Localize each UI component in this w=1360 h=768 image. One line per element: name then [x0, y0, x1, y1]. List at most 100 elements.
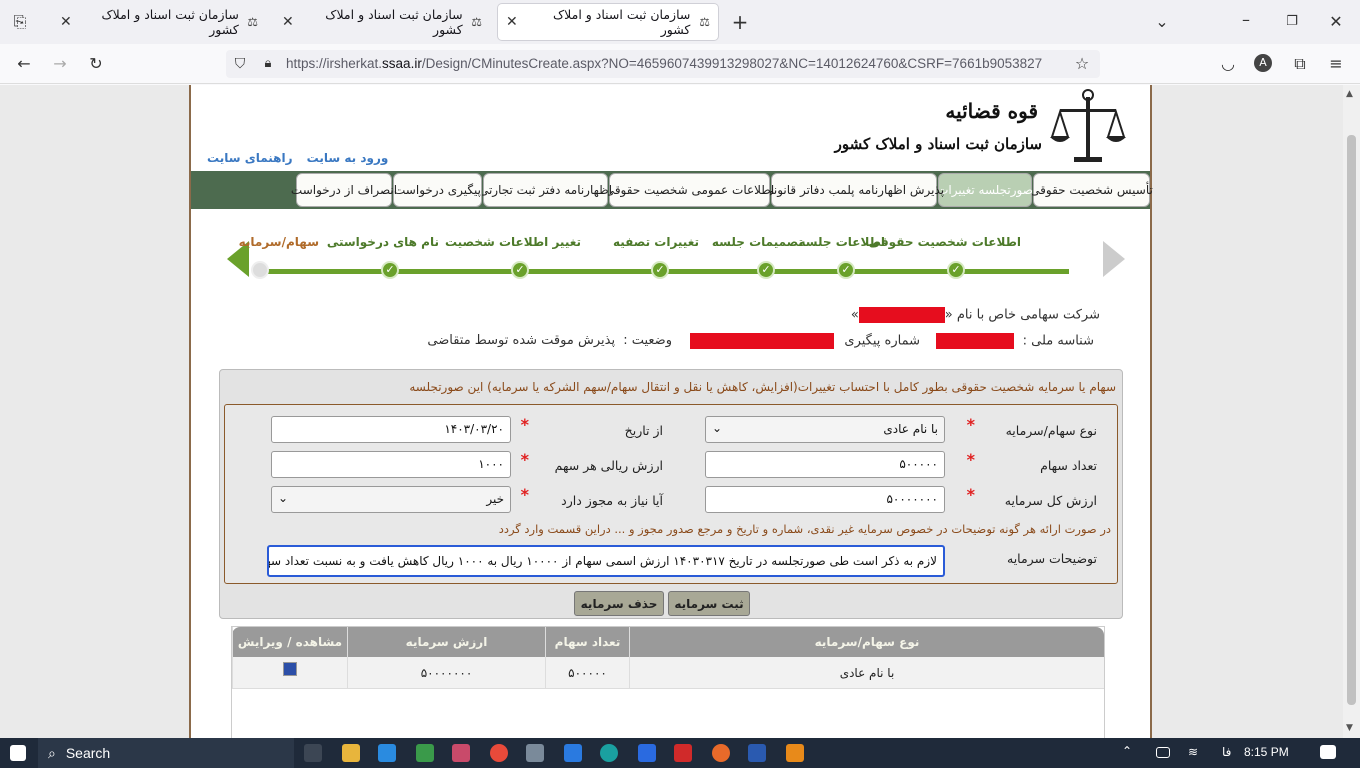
close-icon[interactable]: ✕: [506, 14, 518, 30]
task-view-icon[interactable]: [304, 744, 322, 762]
browser-tab-active[interactable]: ⚖ سازمان ثبت اسناد و املاک کشور ✕: [498, 4, 718, 40]
close-icon[interactable]: ✕: [60, 14, 72, 30]
app-icon[interactable]: [564, 744, 582, 762]
wifi-icon[interactable]: ≋: [1188, 745, 1198, 759]
clock[interactable]: 8:15 PM: [1244, 745, 1289, 759]
wizard-step-label[interactable]: سهام/سرمایه: [239, 235, 319, 249]
minimize-icon[interactable]: –: [1236, 10, 1256, 30]
wizard-step-label[interactable]: نام های درخواستی: [327, 235, 439, 249]
battery-icon[interactable]: [1156, 747, 1170, 758]
national-id-row: شناسه ملی :: [936, 333, 1094, 349]
check-icon: ✓: [511, 261, 529, 279]
column-header[interactable]: نوع سهام/سرمایه: [629, 627, 1104, 657]
scrollbar-thumb[interactable]: [1347, 135, 1356, 705]
company-name-prefix: شرکت سهامی خاص با نام «: [944, 307, 1100, 323]
scroll-up-icon[interactable]: ▲: [1346, 89, 1353, 99]
required-mark: *: [966, 450, 975, 469]
redacted-tracking: [690, 333, 835, 349]
chevron-down-icon[interactable]: ⌄: [1152, 12, 1172, 32]
share-count-input[interactable]: ۵۰۰۰۰۰: [705, 451, 945, 478]
column-header[interactable]: تعداد سهام: [545, 627, 629, 657]
anydesk-icon[interactable]: [674, 744, 692, 762]
chevron-down-icon: ⌄: [278, 491, 289, 505]
navigation-toolbar: ← → ↻ ⛉ 🔒︎ https://irsherkat.ssaa.ir/Des…: [0, 44, 1360, 84]
word-icon[interactable]: [748, 744, 766, 762]
tab-title: سازمان ثبت اسناد و املاک کشور: [552, 7, 691, 37]
app-icon[interactable]: [786, 744, 804, 762]
save-capital-button[interactable]: ثبت سرمایه: [668, 591, 750, 616]
maximize-icon[interactable]: ❐: [1282, 12, 1302, 32]
nav-item-cancel[interactable]: انصراف از درخواست: [291, 173, 397, 207]
nav-item-general-info[interactable]: اطلاعات عمومی شخصیت حقوقی: [605, 173, 774, 207]
address-bar[interactable]: ⛉ 🔒︎ https://irsherkat.ssaa.ir/Design/CM…: [226, 50, 1100, 78]
permit-label: آیا نیاز به مجوز دارد: [561, 493, 663, 508]
chevron-down-icon: ⌄: [712, 421, 723, 435]
share-type-select[interactable]: با نام عادی ⌄: [705, 416, 945, 443]
top-links: ورود به سایت راهنمای سایت: [197, 151, 388, 165]
lock-icon[interactable]: 🔒︎: [258, 54, 278, 74]
ie-icon[interactable]: [378, 744, 396, 762]
back-icon[interactable]: ←: [14, 54, 34, 74]
new-tab-icon[interactable]: +: [730, 12, 750, 32]
permit-select[interactable]: خیر ⌄: [271, 486, 511, 513]
menu-icon[interactable]: ≡: [1326, 54, 1346, 74]
nav-item-track[interactable]: پیگیری درخواست: [393, 173, 482, 207]
language-indicator[interactable]: فا: [1222, 745, 1231, 759]
shield-icon[interactable]: ⛉: [230, 54, 250, 74]
share-value-input[interactable]: ۱۰۰۰: [271, 451, 511, 478]
app-icon[interactable]: [526, 744, 544, 762]
close-icon[interactable]: ✕: [282, 14, 294, 30]
edit-icon[interactable]: [283, 661, 297, 676]
capital-form: نوع سهام/سرمایه * با نام عادی ⌄ از تاریخ…: [224, 404, 1118, 584]
current-step-icon: [251, 261, 269, 279]
delete-capital-button[interactable]: حذف سرمایه: [574, 591, 664, 616]
wizard-step-label[interactable]: تغییرات تصفیه: [613, 235, 699, 249]
close-window-icon[interactable]: ✕: [1326, 12, 1346, 32]
wizard-step-label[interactable]: تغییر اطلاعات شخصیت: [445, 235, 581, 249]
nav-item-books[interactable]: پذیرش اظهارنامه پلمب دفاتر قانونی: [764, 173, 944, 207]
edge-icon[interactable]: [600, 744, 618, 762]
taskbar-search[interactable]: ⌕ Search: [38, 738, 294, 768]
description-input[interactable]: لازم به ذکر است طی صورتجلسه در تاریخ ۱۴۰…: [267, 545, 945, 577]
scroll-down-icon[interactable]: ▼: [1346, 723, 1353, 733]
firefox-icon[interactable]: [712, 744, 730, 762]
redacted-name: [858, 307, 945, 323]
wizard-step-label[interactable]: تصمیمات جلسه: [712, 235, 803, 249]
app-icon[interactable]: [416, 744, 434, 762]
login-link[interactable]: ورود به سایت: [307, 151, 389, 165]
nav-item-commercial-book[interactable]: اظهارنامه دفتر ثبت تجارتی: [479, 173, 612, 207]
from-date-label: از تاریخ: [624, 423, 663, 438]
column-header[interactable]: مشاهده / ویرایش: [232, 627, 347, 657]
chrome-icon[interactable]: [490, 744, 508, 762]
total-capital-input[interactable]: ۵۰۰۰۰۰۰۰: [705, 486, 945, 513]
file-explorer-icon[interactable]: [342, 744, 360, 762]
extensions-icon[interactable]: ⧉: [1290, 54, 1310, 74]
browser-tab[interactable]: ⚖ سازمان ثبت اسناد و املاک کشور ✕: [274, 4, 490, 40]
nav-item-establish[interactable]: تأسیس شخصیت حقوقی: [1030, 173, 1153, 207]
bookmark-star-icon[interactable]: ☆: [1072, 54, 1092, 74]
main-nav: تأسیس شخصیت حقوقی صورتجلسه تغییرات پذیرش…: [191, 171, 1153, 209]
notification-icon[interactable]: [1320, 745, 1336, 759]
tab-list-icon[interactable]: ⎘: [10, 12, 30, 32]
forward-icon[interactable]: →: [50, 54, 70, 74]
wizard-step-label[interactable]: اطلاعات شخصیت حقوقی: [869, 235, 1021, 249]
app-icon[interactable]: [452, 744, 470, 762]
emblem-logo: [1050, 89, 1126, 162]
arrow-right-icon[interactable]: [1103, 241, 1125, 277]
scrollbar[interactable]: ▲ ▼: [1343, 85, 1360, 738]
chevron-up-icon[interactable]: ⌃: [1122, 744, 1132, 758]
reload-icon[interactable]: ↻: [86, 54, 106, 74]
from-date-input[interactable]: ۱۴۰۳/۰۳/۲۰: [271, 416, 511, 443]
pocket-icon[interactable]: ◡: [1218, 54, 1238, 74]
total-capital-label: ارزش کل سرمایه: [1004, 493, 1097, 508]
column-header[interactable]: ارزش سرمایه: [347, 627, 545, 657]
browser-tab[interactable]: ⚖ سازمان ثبت اسناد و املاک کشور ✕: [52, 4, 266, 40]
wizard-step-label[interactable]: اطلاعات جلسه: [798, 235, 885, 249]
url-text: https://irsherkat.ssaa.ir/Design/CMinute…: [286, 56, 1043, 71]
nav-item-minutes[interactable]: صورتجلسه تغییرات: [937, 173, 1033, 207]
account-icon[interactable]: A: [1254, 54, 1272, 72]
app-icon[interactable]: [638, 744, 656, 762]
windows-start-icon[interactable]: [10, 745, 26, 761]
status-row: وضعیت : پذیرش موقت شده توسط متقاضی: [427, 333, 672, 348]
guide-link[interactable]: راهنمای سایت: [207, 151, 292, 165]
